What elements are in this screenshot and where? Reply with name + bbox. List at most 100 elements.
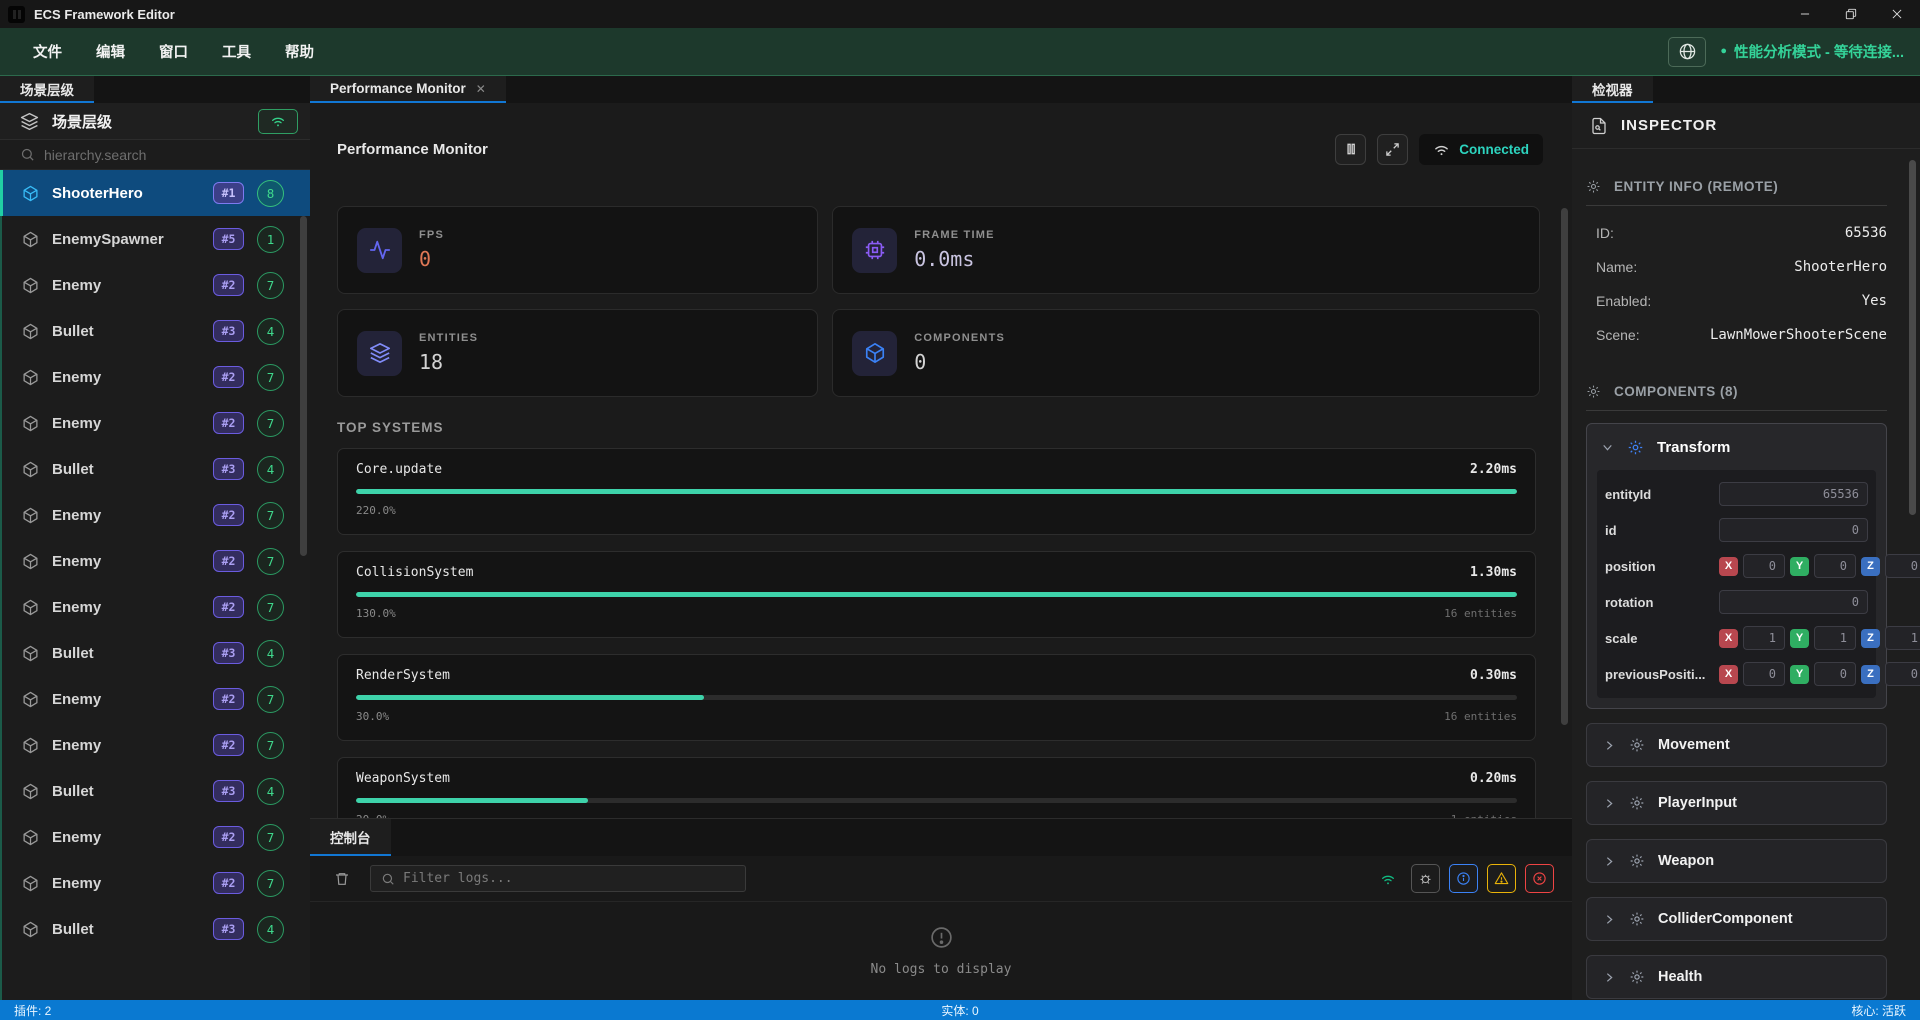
- entity-cube-icon: [22, 185, 39, 202]
- transform-properties: entityId 65536 id 0 position X0 Y0 Z0: [1597, 470, 1876, 698]
- hierarchy-item[interactable]: Bullet#34: [0, 630, 310, 676]
- stat-label: FPS: [419, 229, 444, 241]
- hierarchy-list: ShooterHero#18 EnemySpawner#51 Enemy#27 …: [0, 170, 310, 1000]
- hierarchy-scrollbar[interactable]: [300, 216, 307, 556]
- hierarchy-item[interactable]: Enemy#27: [0, 354, 310, 400]
- hierarchy-item[interactable]: Bullet#34: [0, 308, 310, 354]
- tab-performance-monitor[interactable]: Performance Monitor ✕: [310, 76, 506, 103]
- console-panel: 控制台: [310, 818, 1572, 1000]
- axis-z-badge: Z: [1861, 665, 1880, 684]
- entity-name: Enemy: [52, 415, 101, 432]
- entity-cube-icon: [22, 691, 39, 708]
- hierarchy-item[interactable]: ShooterHero#18: [0, 170, 310, 216]
- hierarchy-item[interactable]: Enemy#27: [0, 538, 310, 584]
- component-card-playerinput[interactable]: PlayerInput: [1586, 781, 1887, 825]
- hierarchy-item[interactable]: Bullet#34: [0, 906, 310, 952]
- property-input[interactable]: 65536: [1719, 482, 1868, 506]
- menu-tools[interactable]: 工具: [205, 33, 268, 70]
- tab-inspector[interactable]: 检视器: [1572, 76, 1653, 103]
- vector-x-input[interactable]: 0: [1743, 662, 1785, 686]
- tab-console[interactable]: 控制台: [310, 819, 391, 856]
- tab-hierarchy[interactable]: 场景层级: [0, 76, 94, 103]
- hierarchy-item[interactable]: Enemy#27: [0, 722, 310, 768]
- hierarchy-item[interactable]: Enemy#27: [0, 814, 310, 860]
- inspector-scrollbar[interactable]: [1909, 160, 1916, 515]
- search-icon: [20, 147, 35, 162]
- clear-logs-button[interactable]: [334, 871, 350, 887]
- component-name: Weapon: [1658, 853, 1714, 869]
- vector-x-input[interactable]: 0: [1743, 554, 1785, 578]
- gear-icon: [1629, 911, 1645, 927]
- hierarchy-item[interactable]: EnemySpawner#51: [0, 216, 310, 262]
- field-label: Enabled:: [1596, 293, 1651, 309]
- system-progress-fill: [356, 592, 1517, 597]
- debug-filter-button[interactable]: [1411, 864, 1440, 893]
- stat-value: 18: [419, 350, 478, 374]
- entity-tag-badge: #2: [213, 550, 244, 572]
- maximize-button[interactable]: [1828, 0, 1874, 28]
- main-scrollbar[interactable]: [1561, 208, 1568, 725]
- hierarchy-item[interactable]: Enemy#27: [0, 492, 310, 538]
- component-card-weapon[interactable]: Weapon: [1586, 839, 1887, 883]
- connection-status[interactable]: Connected: [1419, 134, 1543, 165]
- expand-button[interactable]: [1377, 134, 1408, 165]
- hierarchy-item[interactable]: Enemy#27: [0, 262, 310, 308]
- warning-filter-button[interactable]: [1487, 864, 1516, 893]
- property-input[interactable]: 0: [1719, 590, 1868, 614]
- field-label: ID:: [1596, 225, 1614, 241]
- pause-button[interactable]: [1335, 134, 1366, 165]
- minimize-button[interactable]: [1782, 0, 1828, 28]
- entity-field-row: Enabled:Yes: [1586, 284, 1887, 318]
- entity-cube-icon: [22, 369, 39, 386]
- vector-z-input[interactable]: 1: [1885, 626, 1920, 650]
- close-button[interactable]: [1874, 0, 1920, 28]
- component-card-movement[interactable]: Movement: [1586, 723, 1887, 767]
- menu-help[interactable]: 帮助: [268, 33, 331, 70]
- menu-window[interactable]: 窗口: [142, 33, 205, 70]
- entity-name: Bullet: [52, 323, 94, 340]
- menu-file[interactable]: 文件: [16, 33, 79, 70]
- log-filter-input[interactable]: [403, 871, 703, 886]
- vector-y-input[interactable]: 1: [1814, 626, 1856, 650]
- hierarchy-remote-toggle[interactable]: [258, 109, 298, 134]
- hierarchy-item[interactable]: Enemy#27: [0, 584, 310, 630]
- property-label: position: [1605, 559, 1711, 574]
- performance-monitor-header: Performance Monitor Connected: [337, 126, 1543, 172]
- vector-z-input[interactable]: 0: [1885, 554, 1920, 578]
- vector-z-input[interactable]: 0: [1885, 662, 1920, 686]
- entity-cube-icon: [22, 645, 39, 662]
- entity-tag-badge: #3: [213, 320, 244, 342]
- entity-cube-icon: [22, 231, 39, 248]
- stat-card-entities: ENTITIES 18: [337, 309, 818, 397]
- entity-cube-icon: [22, 783, 39, 800]
- entity-tag-badge: #2: [213, 734, 244, 756]
- hierarchy-item[interactable]: Enemy#27: [0, 676, 310, 722]
- component-header-transform[interactable]: Transform: [1587, 424, 1886, 470]
- language-button[interactable]: [1668, 37, 1706, 67]
- hierarchy-item[interactable]: Enemy#27: [0, 400, 310, 446]
- gear-icon: [1586, 384, 1601, 399]
- property-input[interactable]: 0: [1719, 518, 1868, 542]
- component-card-health[interactable]: Health: [1586, 955, 1887, 999]
- menu-edit[interactable]: 编辑: [79, 33, 142, 70]
- system-entities: 16 entities: [1444, 710, 1517, 723]
- vector-y-input[interactable]: 0: [1814, 662, 1856, 686]
- entity-name: Enemy: [52, 277, 101, 294]
- hierarchy-search-input[interactable]: [44, 147, 224, 163]
- error-filter-button[interactable]: [1525, 864, 1554, 893]
- vector-x-input[interactable]: 1: [1743, 626, 1785, 650]
- hierarchy-item[interactable]: Bullet#34: [0, 768, 310, 814]
- system-progress-fill: [356, 489, 1517, 494]
- hierarchy-item[interactable]: Bullet#34: [0, 446, 310, 492]
- tab-close-icon[interactable]: ✕: [476, 82, 486, 96]
- stat-card-components: COMPONENTS 0: [832, 309, 1540, 397]
- info-filter-button[interactable]: [1449, 864, 1478, 893]
- stat-card-fps: FPS 0: [337, 206, 818, 294]
- component-card-collidercomponent[interactable]: ColliderComponent: [1586, 897, 1887, 941]
- field-value: 65536: [1845, 225, 1887, 241]
- vector-y-input[interactable]: 0: [1814, 554, 1856, 578]
- system-name: Core.update: [356, 462, 442, 477]
- field-value: ShooterHero: [1794, 259, 1887, 275]
- entity-count-badge: 7: [257, 364, 284, 391]
- hierarchy-item[interactable]: Enemy#27: [0, 860, 310, 906]
